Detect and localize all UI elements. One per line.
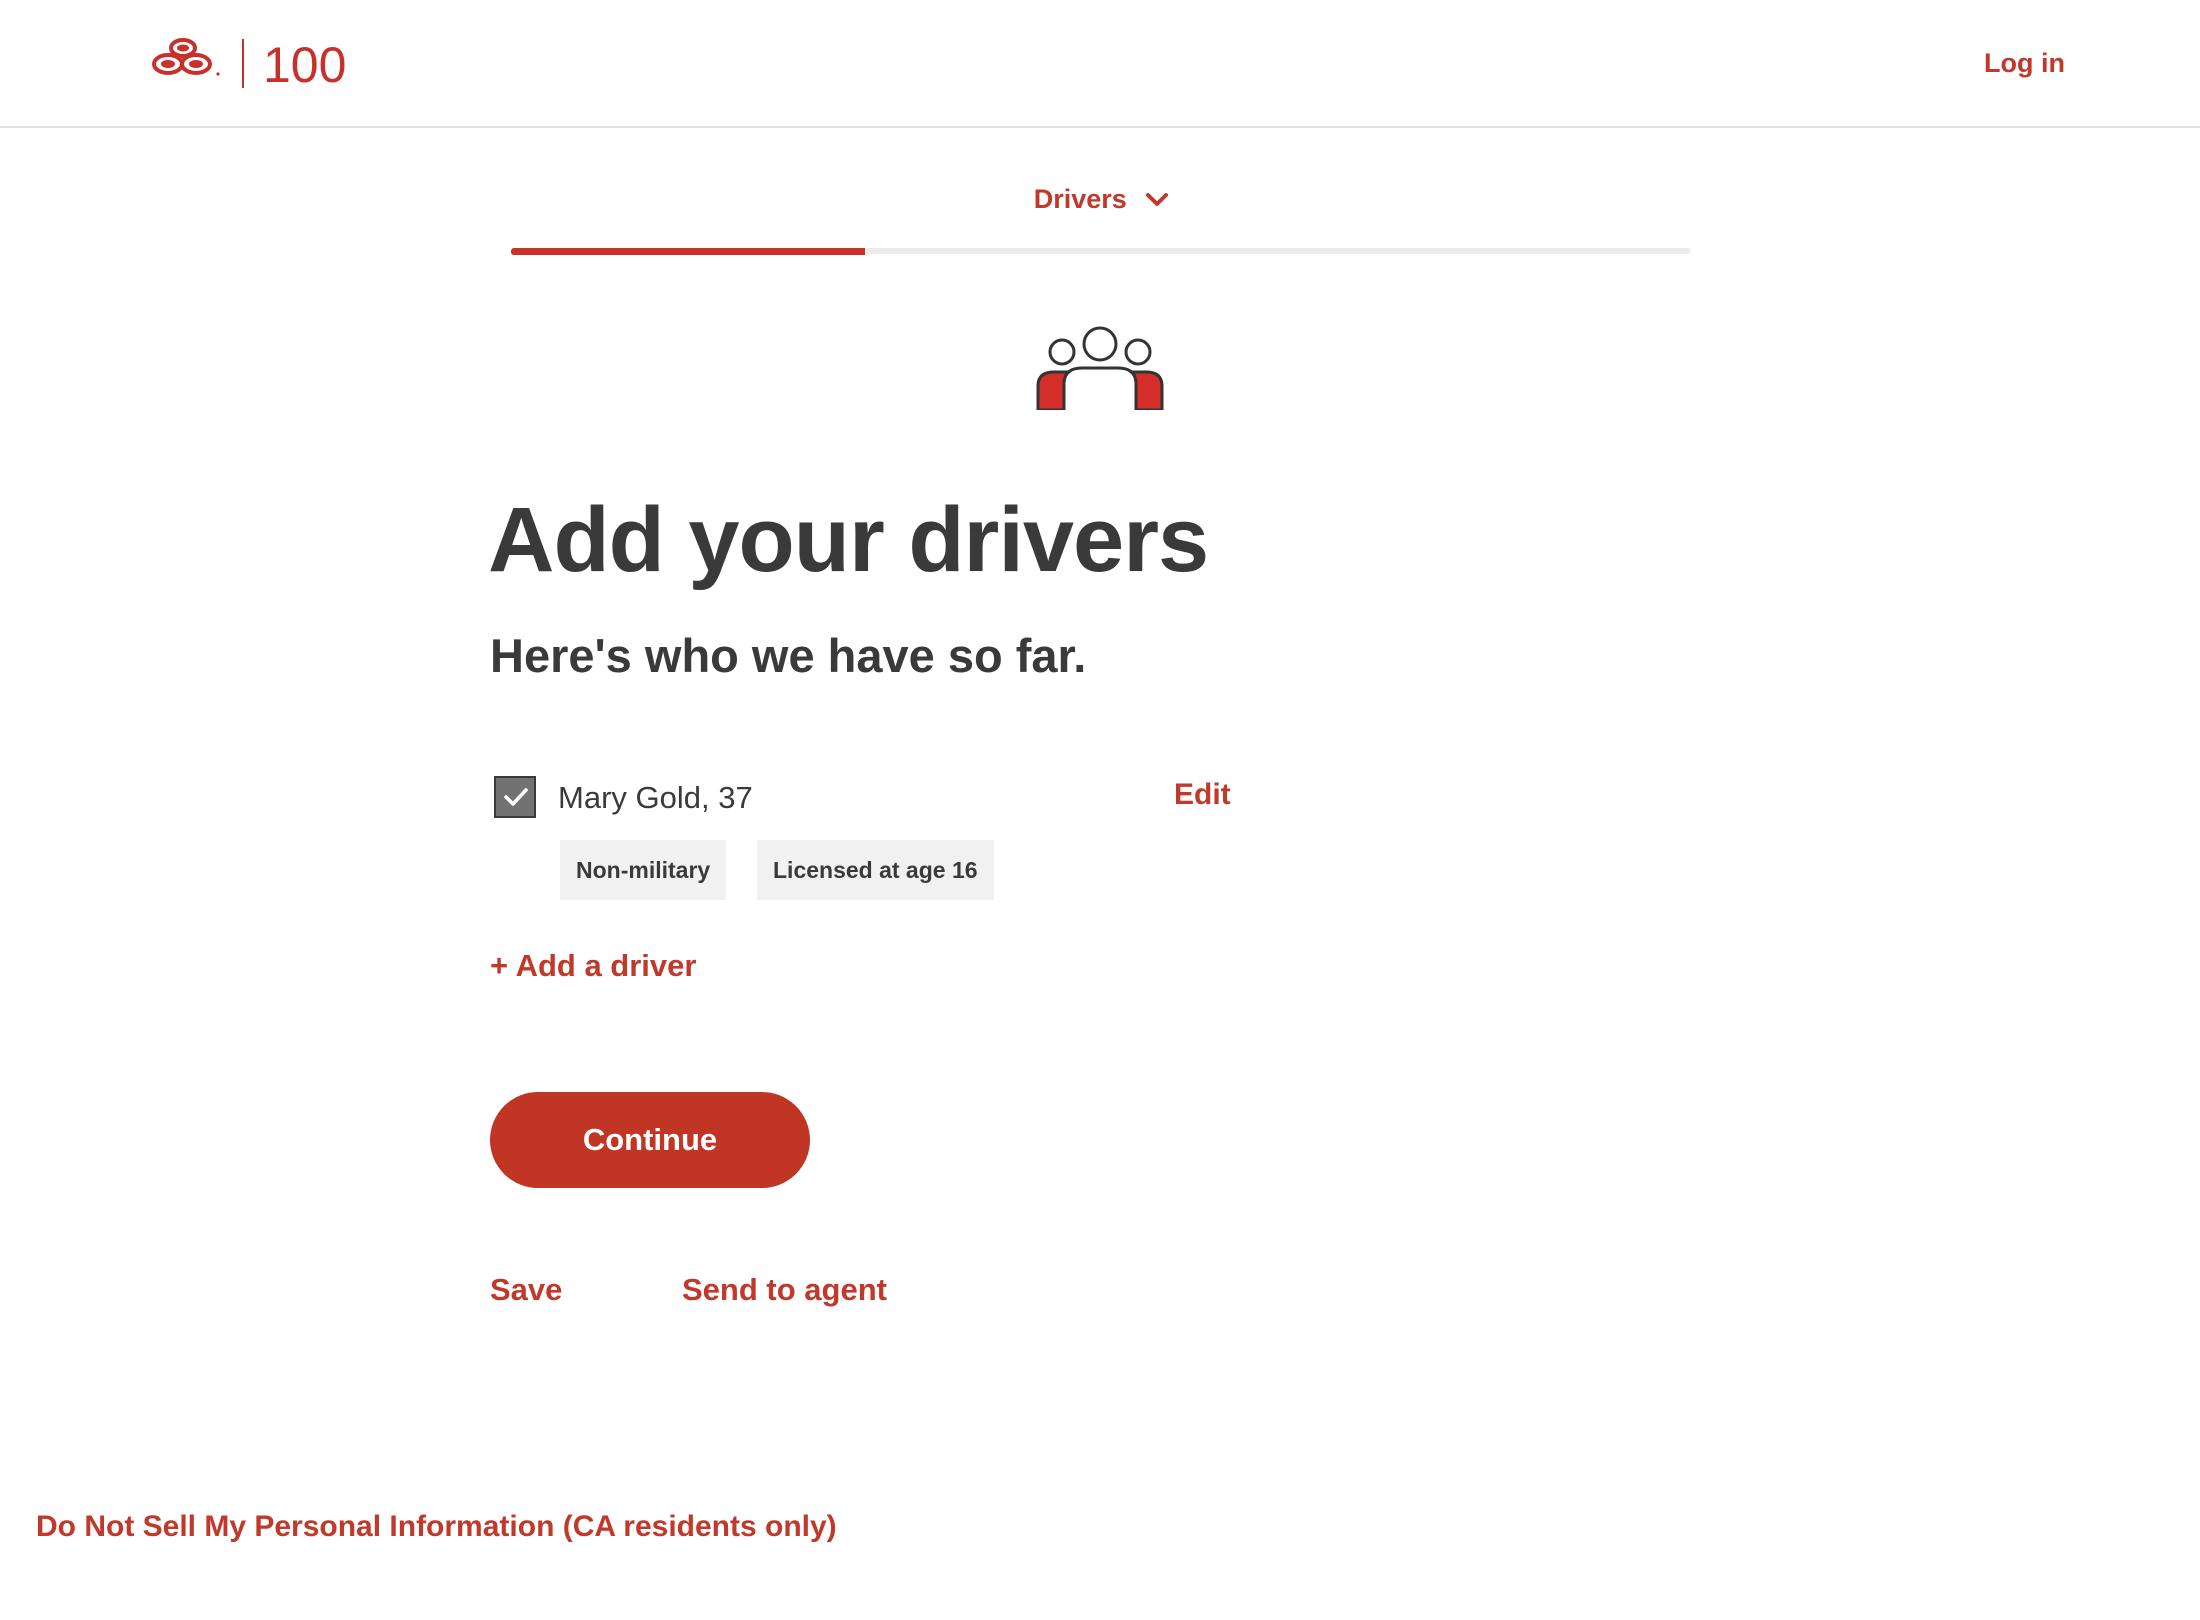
site-header: 100 Log in [0,0,2200,128]
drivers-group-icon [1036,324,1164,412]
do-not-sell-link[interactable]: Do Not Sell My Personal Information (CA … [36,1510,837,1544]
page-title: Add your drivers [488,489,1209,591]
driver-name: Mary Gold, 37 [558,780,753,815]
chevron-down-icon [1146,183,1169,214]
continue-button[interactable]: Continue [490,1092,810,1188]
driver-tag-license-age: Licensed at age 16 [757,840,994,900]
edit-driver-link[interactable]: Edit [1174,778,1231,812]
driver-tag-military: Non-military [560,840,727,900]
current-step-dropdown[interactable]: Drivers [511,184,1691,215]
checkmark-icon [504,788,528,806]
login-link[interactable]: Log in [1984,48,2065,79]
driver-list-item: Mary Gold, 37 Edit Non-military Licensed… [490,772,1250,912]
anniversary-mark: 100 [263,37,346,90]
three-ovals-logo-icon: 100 [152,37,346,93]
current-step-label: Drivers [1033,184,1127,214]
send-to-agent-link[interactable]: Send to agent [682,1272,887,1308]
brand-logo[interactable]: 100 [150,36,400,93]
driver-select-checkbox[interactable] [494,776,536,818]
add-driver-link[interactable]: + Add a driver [490,948,696,984]
progress-bar-fill [511,248,865,255]
save-link[interactable]: Save [490,1272,562,1308]
page-subtitle: Here's who we have so far. [490,629,1087,682]
